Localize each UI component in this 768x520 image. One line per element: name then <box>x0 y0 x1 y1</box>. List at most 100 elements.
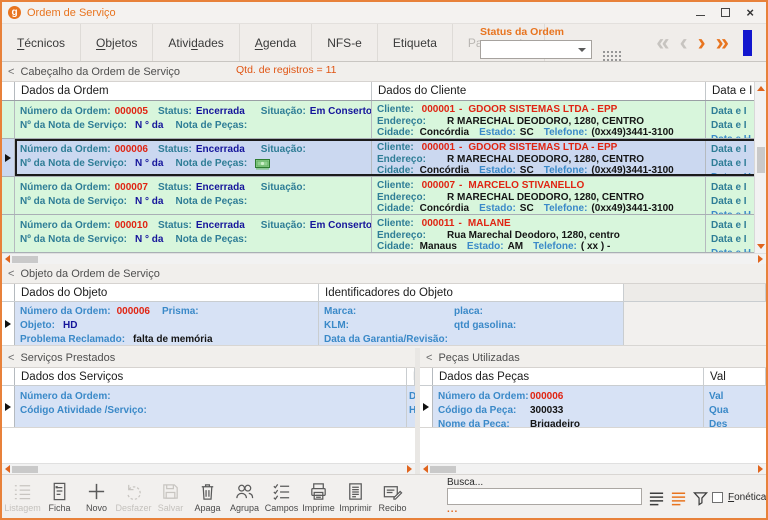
order-row[interactable]: Número da Ordem: 000010 Status: Encerrad… <box>2 215 766 253</box>
list-icon <box>14 484 31 499</box>
nav-prev-button[interactable]: ‹ <box>680 31 688 55</box>
maximize-button[interactable] <box>721 8 731 17</box>
justify-icon-active[interactable] <box>670 490 687 507</box>
row-selector <box>2 302 15 345</box>
scroll-right-icon[interactable] <box>758 465 763 473</box>
imprimir-button[interactable]: Imprimir <box>337 477 374 517</box>
client-data-cell: Cliente: 000011 - MALANE Endereço: Rua M… <box>372 215 706 252</box>
tab-agenda[interactable]: Agenda <box>240 24 313 61</box>
printer-icon <box>311 482 326 500</box>
client-address: R MARECHAL DEODORO, 1280, CENTRO <box>447 191 645 203</box>
record-position-indicator <box>743 30 752 56</box>
tab-bar: Técnicos Objetos Atividades Agenda NFS-e… <box>2 24 766 64</box>
column-dados-do-cliente[interactable]: Dados do Cliente <box>372 82 706 100</box>
novo-button[interactable]: Novo <box>78 477 115 517</box>
nav-next-button[interactable]: › <box>698 31 706 55</box>
column-dados-da-ordem[interactable]: Dados da Ordem <box>15 82 372 100</box>
horizontal-scrollbar-servicos[interactable] <box>2 463 415 474</box>
client-name: GDOOR SISTEMAS LTDA - EPP <box>468 142 618 153</box>
fonetica-label[interactable]: Fonética <box>728 492 766 503</box>
objeto-grid-header: Dados do Objeto Identificadores do Objet… <box>2 284 766 302</box>
client-phone: (0xx49)3441-3100 <box>591 165 674 176</box>
vertical-scroll-thumb[interactable] <box>756 147 765 174</box>
close-button[interactable]: × <box>746 6 754 19</box>
tab-accel: A <box>254 35 263 50</box>
scroll-left-icon[interactable] <box>5 465 10 473</box>
horizontal-scroll-thumb[interactable] <box>12 465 38 473</box>
bottom-panels: < Serviços Prestados Dados dos Serviços … <box>2 348 766 474</box>
order-row[interactable]: Número da Ordem: 000006 Status: Encerrad… <box>2 139 766 177</box>
client-number: 000007 <box>421 180 456 191</box>
apaga-button[interactable]: Apaga <box>189 477 226 517</box>
section-pecas-bar[interactable]: < Peças Utilizadas <box>420 348 766 368</box>
collapse-icon[interactable]: < <box>8 66 14 78</box>
section-cabecalho-bar[interactable]: < Cabeçalho da Ordem de Serviço Qtd. de … <box>2 62 766 82</box>
listagem-button: Listagem <box>4 477 41 517</box>
tab-etiqueta[interactable]: Etiqueta <box>378 24 453 61</box>
section-servicos-title: Serviços Prestados <box>20 351 116 364</box>
imprime-button[interactable]: Imprime <box>300 477 337 517</box>
fonetica-checkbox[interactable] <box>712 492 723 503</box>
funnel-filter-icon[interactable] <box>692 490 709 507</box>
scroll-up-icon[interactable] <box>756 86 765 91</box>
servico-row[interactable]: Número da Ordem: Código Atividade /Servi… <box>2 386 415 428</box>
column-dados-das-pecas[interactable]: Dados das Peças <box>433 368 704 385</box>
order-row[interactable]: Número da Ordem: 000005 Status: Encerrad… <box>2 101 766 139</box>
order-situacao: Em Conserto <box>309 220 372 231</box>
collapse-icon[interactable]: < <box>8 268 14 280</box>
peca-row[interactable]: Número da Ordem: 000006 Código da Peça: 30… <box>420 386 766 428</box>
column-valores[interactable]: Val <box>704 368 766 385</box>
nav-last-button[interactable]: » <box>716 31 729 55</box>
order-row[interactable]: Número da Ordem: 000007 Status: Encerrad… <box>2 177 766 215</box>
order-number: 000005 <box>114 106 148 117</box>
horizontal-scrollbar-pecas[interactable] <box>420 463 766 474</box>
scroll-down-icon[interactable] <box>756 244 765 249</box>
client-address: R MARECHAL DEODORO, 1280, CENTRO <box>447 115 645 127</box>
tab-nfse[interactable]: NFS-e <box>312 24 378 61</box>
agrupa-button[interactable]: Agrupa <box>226 477 263 517</box>
scroll-right-icon[interactable] <box>758 255 763 263</box>
section-servicos-bar[interactable]: < Serviços Prestados <box>2 348 415 368</box>
minimize-button[interactable] <box>696 15 706 16</box>
tab-atividades[interactable]: Atividades <box>153 24 240 61</box>
scroll-left-icon[interactable] <box>5 255 10 263</box>
section-objeto-bar[interactable]: < Objeto da Ordem de Serviço <box>2 264 766 284</box>
client-number: 000011 <box>421 218 455 229</box>
section-cabecalho-title: Cabeçalho da Ordem de Serviço <box>20 65 181 78</box>
tab-tecnicos[interactable]: Técnicos <box>2 24 82 61</box>
title-bar: g Ordem de Serviço × <box>2 2 766 24</box>
scroll-left-icon[interactable] <box>423 465 428 473</box>
scroll-right-icon[interactable] <box>407 465 412 473</box>
row-selector[interactable] <box>2 101 15 138</box>
horizontal-scroll-thumb[interactable] <box>12 255 38 263</box>
column-dados-do-objeto[interactable]: Dados do Objeto <box>15 284 319 301</box>
vertical-scrollbar[interactable] <box>754 82 766 253</box>
column-identificadores[interactable]: Identificadores do Objeto <box>319 284 624 301</box>
horizontal-scroll-thumb[interactable] <box>430 465 456 473</box>
salvar-button: Salvar <box>152 477 189 517</box>
column-dados-dos-servicos[interactable]: Dados dos Serviços <box>15 368 407 385</box>
status-da-ordem-select[interactable] <box>480 40 592 59</box>
client-data-cell: Cliente: 000007 - MARCELO STIVANELLO End… <box>372 177 706 214</box>
row-selector[interactable] <box>2 215 15 252</box>
status-da-ordem-label: Status da Ordem <box>480 26 565 38</box>
ficha-button[interactable]: Ficha <box>41 477 78 517</box>
row-selector[interactable] <box>2 177 15 214</box>
app-logo-icon: g <box>8 6 21 19</box>
nav-first-button[interactable]: « <box>656 31 669 55</box>
busca-input[interactable] <box>447 488 642 505</box>
horizontal-scrollbar-main[interactable] <box>2 253 766 264</box>
row-selector[interactable] <box>2 139 15 176</box>
campos-button[interactable]: Campos <box>263 477 300 517</box>
pecas-panel: < Peças Utilizadas Dados das Peças Val N… <box>420 348 766 474</box>
orders-grid-header: Dados da Ordem Dados do Cliente Data e I <box>2 82 766 101</box>
order-data-cell: Número da Ordem: 000006 Status: Encerrad… <box>15 139 372 176</box>
tab-objetos[interactable]: Objetos <box>81 24 154 61</box>
collapse-icon[interactable]: < <box>426 352 432 364</box>
objeto-row[interactable]: Número da Ordem: 000006 Prisma: Objeto: HD … <box>2 302 766 346</box>
receipt-pen-icon <box>383 485 403 500</box>
recibo-button[interactable]: Recibo <box>374 477 411 517</box>
collapse-icon[interactable]: < <box>8 352 14 364</box>
order-situacao: Em Conserto <box>309 106 372 117</box>
justify-icon[interactable] <box>648 490 665 507</box>
